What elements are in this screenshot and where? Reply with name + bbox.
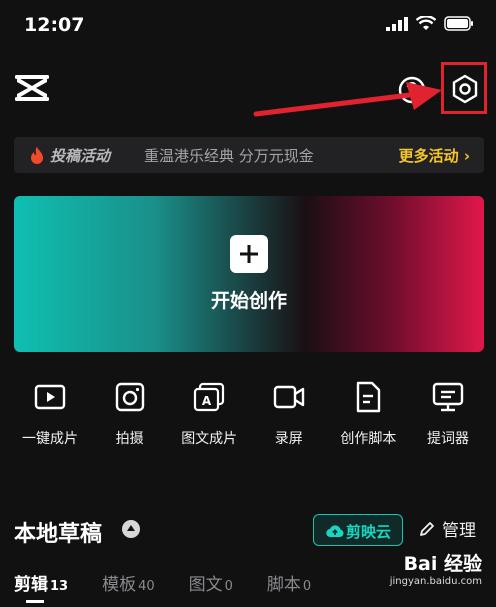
video-record-icon <box>273 385 304 409</box>
baidu-watermark: Bai 经验 jingyan.baidu.com <box>390 549 482 587</box>
tab-label: 图文 <box>188 575 223 595</box>
status-indicators <box>386 16 474 31</box>
tool-label: 图文成片 <box>181 431 238 447</box>
tab-count: 0 <box>224 579 233 594</box>
tool-teleprompter[interactable]: 提词器 <box>412 380 484 450</box>
banner-tag: 投稿活动 <box>50 147 111 165</box>
tab-template[interactable]: 模板 40 <box>102 570 155 595</box>
tool-label: 提词器 <box>426 431 469 447</box>
cloud-label: 剪映云 <box>346 523 392 541</box>
tab-edit[interactable]: 剪辑 13 <box>14 570 68 595</box>
manage-button[interactable]: 管理 <box>418 516 476 541</box>
draft-tabs: 剪辑 13 模板 40 图文 0 脚本 0 <box>14 570 311 595</box>
wifi-icon <box>416 16 436 30</box>
tab-label: 剪辑 <box>14 575 48 595</box>
tool-row: 一键成片 拍摄 A 图文成片 录屏 创作脚本 提词器 <box>14 380 484 450</box>
teleprompter-icon <box>432 382 464 412</box>
image-text-icon: A <box>194 382 225 412</box>
manage-label: 管理 <box>442 521 476 541</box>
status-time: 12:07 <box>24 14 85 36</box>
tab-count: 40 <box>138 579 155 594</box>
camera-icon <box>115 382 144 412</box>
tab-count: 0 <box>302 579 312 594</box>
fire-icon <box>31 147 43 164</box>
tool-label: 创作脚本 <box>340 431 397 447</box>
tool-label: 录屏 <box>274 431 303 447</box>
start-creating-card[interactable]: 开始创作 <box>14 196 484 352</box>
tool-label: 一键成片 <box>22 431 78 447</box>
banner-text: 重温港乐经典 分万元现金 <box>144 147 314 165</box>
capcut-logo-icon <box>15 75 49 101</box>
activity-banner[interactable]: 投稿活动 重温港乐经典 分万元现金 更多活动 › <box>14 137 484 173</box>
tab-script[interactable]: 脚本 0 <box>267 570 311 595</box>
plus-icon <box>230 235 268 273</box>
svg-text:A: A <box>202 394 212 408</box>
cloud-button[interactable]: 剪映云 <box>313 514 403 546</box>
script-icon <box>357 381 381 413</box>
chevron-up-icon[interactable] <box>122 520 140 538</box>
signal-icon <box>386 16 408 31</box>
watermark-sub: jingyan.baidu.com <box>389 576 482 587</box>
red-arrow-annotation <box>253 82 442 117</box>
tab-count: 13 <box>50 579 69 594</box>
tool-script[interactable]: 创作脚本 <box>332 380 404 450</box>
battery-icon <box>444 16 473 31</box>
play-icon <box>34 384 66 410</box>
watermark-main: Bai 经验 <box>403 553 482 575</box>
pencil-icon <box>420 522 434 536</box>
tool-one-click[interactable]: 一键成片 <box>14 380 86 450</box>
drafts-title: 本地草稿 <box>14 522 103 547</box>
tab-label: 模板 <box>102 575 137 595</box>
tool-label: 拍摄 <box>115 431 144 447</box>
tool-image-text[interactable]: A 图文成片 <box>173 380 245 450</box>
highlight-box-annotation <box>441 62 487 114</box>
tab-label: 脚本 <box>266 575 301 595</box>
tool-screen-record[interactable]: 录屏 <box>253 380 325 450</box>
tab-image-text[interactable]: 图文 0 <box>189 570 233 595</box>
tool-camera[interactable]: 拍摄 <box>94 380 166 450</box>
active-tab-indicator <box>26 600 44 603</box>
start-creating-label: 开始创作 <box>210 290 287 312</box>
cloud-upload-icon <box>326 525 344 538</box>
more-activities-link[interactable]: 更多活动 › <box>399 145 470 166</box>
